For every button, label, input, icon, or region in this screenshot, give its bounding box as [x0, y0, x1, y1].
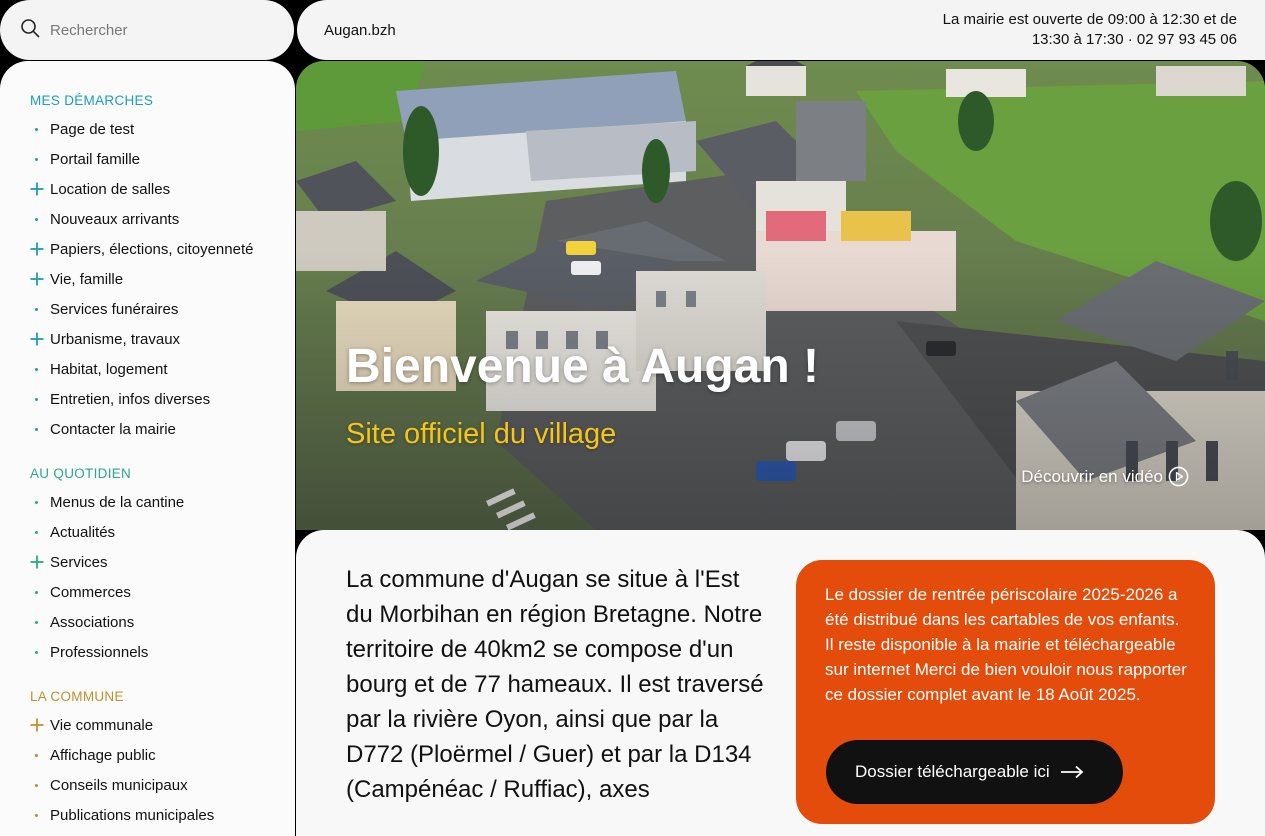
plus-icon: [30, 242, 50, 256]
plus-icon: [30, 555, 50, 569]
intro-text: La commune d'Augan se situe à l'Est du M…: [346, 566, 764, 803]
hero-subtitle: Site officiel du village: [346, 418, 617, 450]
sidebar-item-label: Location de salles: [50, 180, 171, 198]
sidebar-item[interactable]: Professionnels: [30, 637, 295, 667]
bullet-icon: [30, 650, 50, 654]
sidebar-item[interactable]: Associations: [30, 607, 295, 637]
bullet-icon: [30, 217, 50, 221]
sidebar-item-label: Vie communale: [50, 716, 154, 734]
sidebar-item[interactable]: Commerces: [30, 577, 295, 607]
search-icon: [20, 18, 40, 43]
sidebar-item-label: Nouveaux arrivants: [50, 210, 180, 228]
sidebar-section-title: LA COMMUNE: [30, 689, 124, 704]
sidebar-item[interactable]: Habitat, logement: [30, 354, 295, 384]
sidebar-item-label: Papiers, élections, citoyenneté: [50, 240, 254, 258]
sidebar-nav: MES DÉMARCHES Page de test Portail famille…: [0, 61, 295, 836]
sidebar-item[interactable]: Publications municipales: [30, 800, 295, 830]
plus-icon: [30, 182, 50, 196]
sidebar-item[interactable]: Services: [30, 547, 295, 577]
site-name-link[interactable]: Augan.bzh: [324, 22, 396, 39]
sidebar-item[interactable]: Actualités: [30, 517, 295, 547]
download-dossier-button[interactable]: Dossier téléchargeable ici: [826, 740, 1123, 804]
search-input[interactable]: [50, 21, 270, 39]
sidebar-item[interactable]: Nouveaux arrivants: [30, 204, 295, 234]
sidebar-item[interactable]: Contacter la mairie: [30, 414, 295, 444]
sidebar-section: MES DÉMARCHES Page de test Portail famille…: [30, 93, 295, 444]
sidebar-item-label: Portail famille: [50, 150, 141, 168]
video-link-label: Découvrir en vidéo: [1021, 466, 1163, 486]
sidebar-item-label: Commerces: [50, 583, 131, 601]
notice-card: Le dossier de rentrée périscolaire 2025-…: [796, 560, 1215, 824]
sidebar-section: LA COMMUNE Vie communale Affichage public C…: [30, 689, 295, 830]
arrow-right-icon: [1060, 765, 1083, 779]
play-circle-icon: [1168, 466, 1189, 487]
bullet-icon: [30, 367, 50, 371]
sidebar-item-label: Associations: [50, 613, 135, 631]
sidebar-item-label: Services funéraires: [50, 300, 179, 318]
bullet-icon: [30, 530, 50, 534]
sidebar-item-label: Habitat, logement: [50, 360, 168, 378]
opening-hours: La mairie est ouverte de 09:00 à 12:30 e…: [942, 11, 1237, 48]
sidebar-item-label: Services: [50, 553, 108, 571]
bullet-icon: [30, 753, 50, 757]
sidebar-item-label: Menus de la cantine: [50, 493, 185, 511]
sidebar-item[interactable]: Location de salles: [30, 174, 295, 204]
sidebar-item-label: Urbanisme, travaux: [50, 330, 181, 348]
bullet-icon: [30, 157, 50, 161]
sidebar-item-label: Contacter la mairie: [50, 420, 176, 438]
bullet-icon: [30, 127, 50, 131]
plus-icon: [30, 272, 50, 286]
discover-video-link[interactable]: Découvrir en vidéo: [1021, 466, 1189, 487]
sidebar-item[interactable]: Urbanisme, travaux: [30, 324, 295, 354]
main-content: La commune d'Augan se situe à l'Est du M…: [296, 530, 1265, 836]
bullet-icon: [30, 307, 50, 311]
download-button-label: Dossier téléchargeable ici: [855, 762, 1050, 781]
hero-title: Bienvenue à Augan !: [346, 340, 819, 393]
sidebar-item-label: Publications municipales: [50, 806, 215, 824]
sidebar-item[interactable]: Vie communale: [30, 710, 295, 740]
search-bar[interactable]: [0, 0, 294, 60]
bullet-icon: [30, 813, 50, 817]
plus-icon: [30, 718, 50, 732]
hero-banner: Bienvenue à Augan ! Site officiel du vil…: [296, 61, 1265, 530]
top-bar: Augan.bzh La mairie est ouverte de 09:00…: [297, 0, 1265, 60]
sidebar-item[interactable]: Page de test: [30, 114, 295, 144]
sidebar-section-title: MES DÉMARCHES: [30, 93, 154, 108]
hero-aerial-photo: [296, 61, 1265, 530]
notice-text: Le dossier de rentrée périscolaire 2025-…: [825, 585, 1187, 704]
sidebar-item[interactable]: Entretien, infos diverses: [30, 384, 295, 414]
sidebar-item-label: Conseils municipaux: [50, 776, 188, 794]
sidebar-item[interactable]: Papiers, élections, citoyenneté: [30, 234, 295, 264]
sidebar-item[interactable]: Conseils municipaux: [30, 770, 295, 800]
sidebar-item[interactable]: Menus de la cantine: [30, 487, 295, 517]
sidebar-item[interactable]: Vie, famille: [30, 264, 295, 294]
sidebar-item-label: Vie, famille: [50, 270, 124, 288]
sidebar-section: AU QUOTIDIEN Menus de la cantine Actualité…: [30, 466, 295, 667]
sidebar-item-label: Actualités: [50, 523, 116, 541]
bullet-icon: [30, 500, 50, 504]
sidebar-item[interactable]: Services funéraires: [30, 294, 295, 324]
sidebar-item-label: Entretien, infos diverses: [50, 390, 211, 408]
bullet-icon: [30, 620, 50, 624]
sidebar-item[interactable]: Portail famille: [30, 144, 295, 174]
sidebar-item-label: Page de test: [50, 120, 135, 138]
sidebar-item-label: Professionnels: [50, 643, 149, 661]
plus-icon: [30, 332, 50, 346]
sidebar-item-label: Affichage public: [50, 746, 156, 764]
bullet-icon: [30, 590, 50, 594]
bullet-icon: [30, 397, 50, 401]
sidebar-section-title: AU QUOTIDIEN: [30, 466, 132, 481]
bullet-icon: [30, 427, 50, 431]
sidebar-item[interactable]: Affichage public: [30, 740, 295, 770]
bullet-icon: [30, 783, 50, 787]
